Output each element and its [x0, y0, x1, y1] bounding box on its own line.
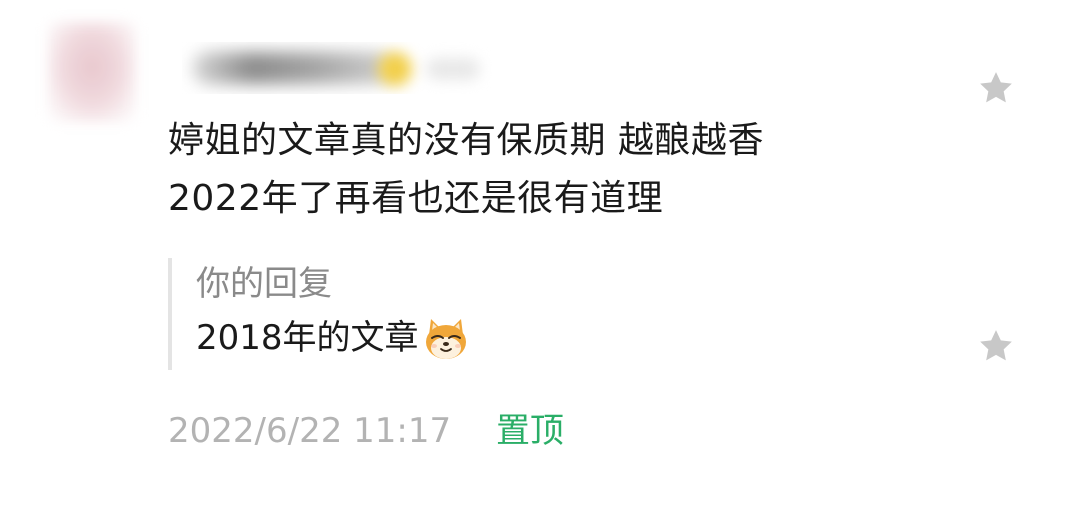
reply-content: 2018年的文章 [196, 310, 471, 366]
comment-text: 婷姐的文章真的没有保质期 越酿越香 2022年了再看也还是很有道理 [168, 112, 928, 228]
user-avatar-blurred[interactable] [48, 22, 136, 122]
favorite-reply-star-icon[interactable] [976, 326, 1016, 366]
comment-meta: 2022/6/22 11:17 置顶 [168, 406, 564, 456]
favorite-comment-star-icon[interactable] [976, 68, 1016, 108]
author-reply-block: 你的回复 2018年的文章 [168, 258, 471, 370]
comment-line-2: 2022年了再看也还是很有道理 [168, 178, 664, 219]
comment-timestamp: 2022/6/22 11:17 [168, 411, 452, 451]
comment-line-1: 婷姐的文章真的没有保质期 越酿越香 [168, 120, 764, 161]
reply-label: 你的回复 [196, 264, 332, 304]
reply-text: 2018年的文章 [196, 318, 419, 358]
pin-comment-button[interactable]: 置顶 [496, 411, 564, 451]
user-nickname-blurred [182, 42, 492, 94]
shiba-dog-emoji-icon [421, 313, 471, 363]
